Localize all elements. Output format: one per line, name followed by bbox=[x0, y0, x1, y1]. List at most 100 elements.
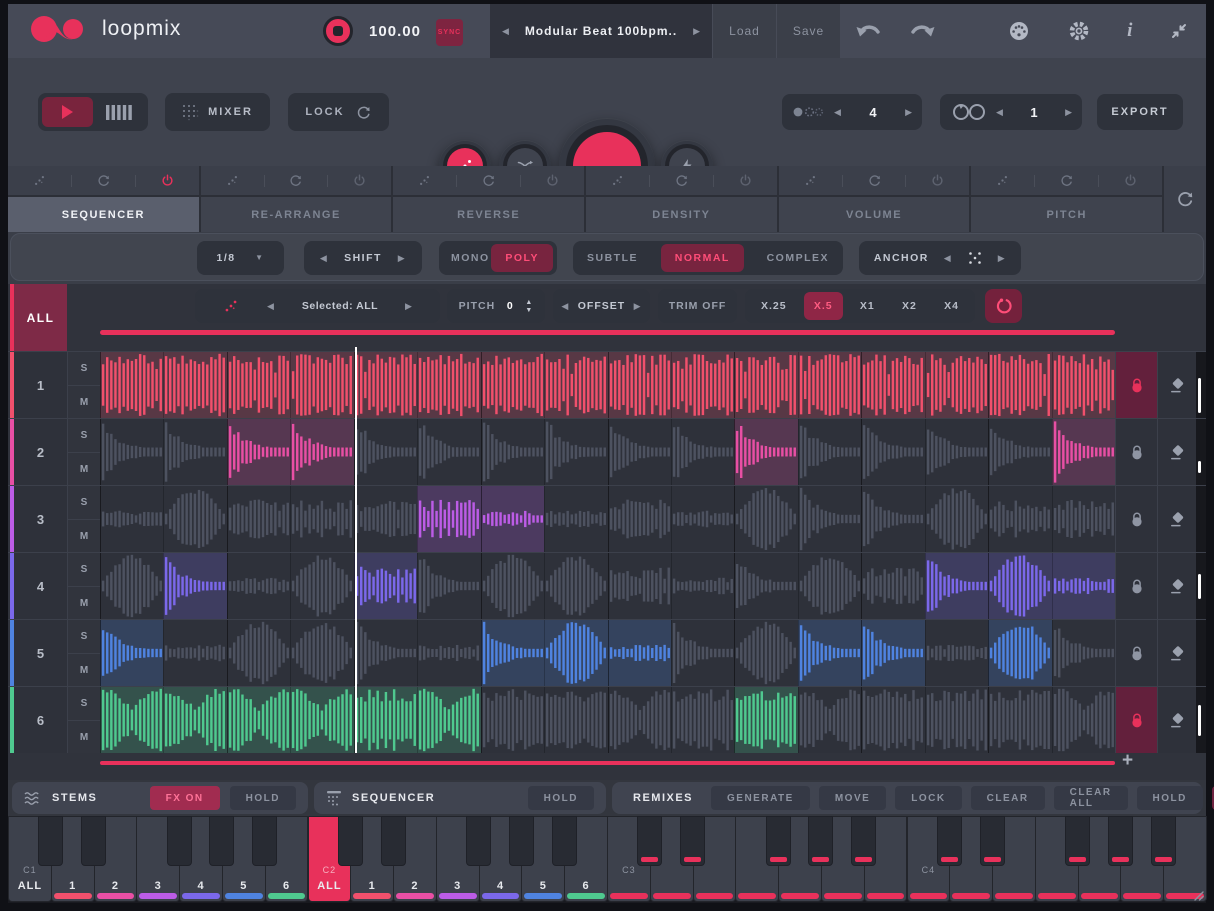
row-lock-button[interactable] bbox=[1115, 486, 1157, 552]
black-key[interactable] bbox=[38, 816, 63, 866]
black-key[interactable] bbox=[637, 816, 662, 866]
fx-dice-icon[interactable] bbox=[225, 173, 240, 188]
wave-cell[interactable] bbox=[988, 553, 1051, 619]
shift-left-icon[interactable]: ◀ bbox=[320, 254, 328, 263]
wave-cell[interactable] bbox=[481, 352, 544, 418]
wave-cell[interactable] bbox=[925, 553, 988, 619]
fx-refresh-icon[interactable] bbox=[674, 173, 689, 188]
export-button[interactable]: EXPORT bbox=[1097, 94, 1183, 130]
fx-dice-icon[interactable] bbox=[995, 173, 1010, 188]
selection-next-icon[interactable]: ▶ bbox=[405, 302, 413, 311]
track-number[interactable]: 4 bbox=[14, 553, 67, 619]
pitch-value[interactable]: 0 bbox=[507, 300, 514, 312]
remix-hold-button[interactable]: HOLD bbox=[1137, 786, 1203, 810]
wave-cell[interactable] bbox=[544, 486, 607, 552]
redo-icon[interactable] bbox=[910, 23, 936, 39]
row-lock-button[interactable] bbox=[1115, 620, 1157, 686]
wave-cell[interactable] bbox=[227, 553, 290, 619]
wave-cell[interactable] bbox=[608, 486, 671, 552]
shift-control[interactable]: ◀ SHIFT ▶ bbox=[304, 241, 422, 275]
tab-pitch[interactable]: PITCH bbox=[971, 197, 1162, 232]
wave-cell[interactable] bbox=[227, 352, 290, 418]
fx-power-icon[interactable] bbox=[352, 173, 367, 188]
wave-cell[interactable] bbox=[354, 553, 417, 619]
wave-cell[interactable] bbox=[798, 620, 861, 686]
remix-generate-button[interactable]: GENERATE bbox=[711, 786, 810, 810]
fx-refresh-icon[interactable] bbox=[96, 173, 111, 188]
wave-cell[interactable] bbox=[988, 419, 1051, 485]
black-key[interactable] bbox=[81, 816, 106, 866]
black-key[interactable] bbox=[851, 816, 876, 866]
wave-cell[interactable] bbox=[798, 687, 861, 753]
wave-cell[interactable] bbox=[671, 553, 734, 619]
multiplier-x1[interactable]: X1 bbox=[850, 292, 885, 320]
add-row-button[interactable]: + bbox=[1122, 750, 1133, 772]
wave-cell[interactable] bbox=[100, 620, 163, 686]
selection-prev-icon[interactable]: ◀ bbox=[267, 302, 275, 311]
wave-cell[interactable] bbox=[290, 687, 353, 753]
shift-right-icon[interactable]: ▶ bbox=[398, 254, 406, 263]
row-level-indicator[interactable] bbox=[1198, 461, 1201, 474]
normal-option[interactable]: NORMAL bbox=[661, 244, 744, 272]
anchor-right-icon[interactable]: ▶ bbox=[998, 254, 1006, 263]
pattern-inc-icon[interactable]: ▶ bbox=[905, 108, 912, 117]
resize-handle[interactable] bbox=[1192, 889, 1204, 901]
fx-on-button[interactable]: FX ON bbox=[150, 786, 220, 810]
wave-cell[interactable] bbox=[163, 486, 226, 552]
wave-cell[interactable] bbox=[1052, 620, 1115, 686]
mixer-button[interactable]: MIXER bbox=[165, 93, 270, 131]
black-key[interactable] bbox=[338, 816, 363, 866]
wave-cell[interactable] bbox=[734, 620, 797, 686]
global-lock-button[interactable]: LOCK bbox=[288, 93, 389, 131]
track-number[interactable]: 1 bbox=[14, 352, 67, 418]
wave-cell[interactable] bbox=[227, 486, 290, 552]
wave-cell[interactable] bbox=[354, 419, 417, 485]
black-key[interactable] bbox=[766, 816, 791, 866]
wave-cell[interactable] bbox=[290, 486, 353, 552]
black-key[interactable] bbox=[1108, 816, 1133, 866]
wave-cell[interactable] bbox=[988, 687, 1051, 753]
fx-power-icon[interactable] bbox=[545, 173, 560, 188]
solo-button[interactable]: S bbox=[67, 352, 100, 385]
multiplier-x.5[interactable]: X.5 bbox=[804, 292, 843, 320]
fx-dice-icon[interactable] bbox=[32, 173, 47, 188]
fx-dice-icon[interactable] bbox=[417, 173, 432, 188]
offset-left-icon[interactable]: ◀ bbox=[561, 302, 569, 311]
wave-cell[interactable] bbox=[608, 419, 671, 485]
wave-cell[interactable] bbox=[417, 486, 480, 552]
wave-cell[interactable] bbox=[163, 620, 226, 686]
wave-cell[interactable] bbox=[798, 486, 861, 552]
row-lock-button[interactable] bbox=[1115, 687, 1157, 753]
wave-cell[interactable] bbox=[417, 687, 480, 753]
wave-cell[interactable] bbox=[227, 687, 290, 753]
all-row-button[interactable]: ALL bbox=[14, 284, 67, 351]
wave-cell[interactable] bbox=[481, 486, 544, 552]
wave-cell[interactable] bbox=[354, 687, 417, 753]
wave-cell[interactable] bbox=[544, 419, 607, 485]
keys-mode-button[interactable] bbox=[93, 97, 144, 127]
load-button[interactable]: Load bbox=[712, 4, 776, 58]
wave-cell[interactable] bbox=[798, 419, 861, 485]
offset-control[interactable]: ◀ OFFSET ▶ bbox=[553, 289, 650, 323]
wave-cell[interactable] bbox=[354, 486, 417, 552]
wave-cell[interactable] bbox=[671, 687, 734, 753]
wave-cell[interactable] bbox=[734, 419, 797, 485]
fx-refresh-icon[interactable] bbox=[1059, 173, 1074, 188]
row-erase-button[interactable] bbox=[1157, 553, 1196, 619]
stop-button[interactable] bbox=[323, 16, 353, 46]
multiplier-x.25[interactable]: X.25 bbox=[751, 292, 797, 320]
tempo-value[interactable]: 100.00 bbox=[360, 23, 430, 40]
row-level-indicator[interactable] bbox=[1198, 574, 1201, 599]
black-key[interactable] bbox=[680, 816, 705, 866]
save-button[interactable]: Save bbox=[776, 4, 840, 58]
black-key[interactable] bbox=[808, 816, 833, 866]
preset-prev-icon[interactable]: ◀ bbox=[502, 27, 509, 36]
fx-power-icon[interactable] bbox=[160, 173, 175, 188]
wave-cell[interactable] bbox=[671, 419, 734, 485]
solo-button[interactable]: S bbox=[67, 553, 100, 586]
mono-option[interactable]: MONO bbox=[451, 252, 490, 264]
remix-lock-button[interactable]: LOCK bbox=[895, 786, 961, 810]
solo-button[interactable]: S bbox=[67, 486, 100, 519]
black-key[interactable] bbox=[1065, 816, 1090, 866]
wave-cell[interactable] bbox=[608, 620, 671, 686]
